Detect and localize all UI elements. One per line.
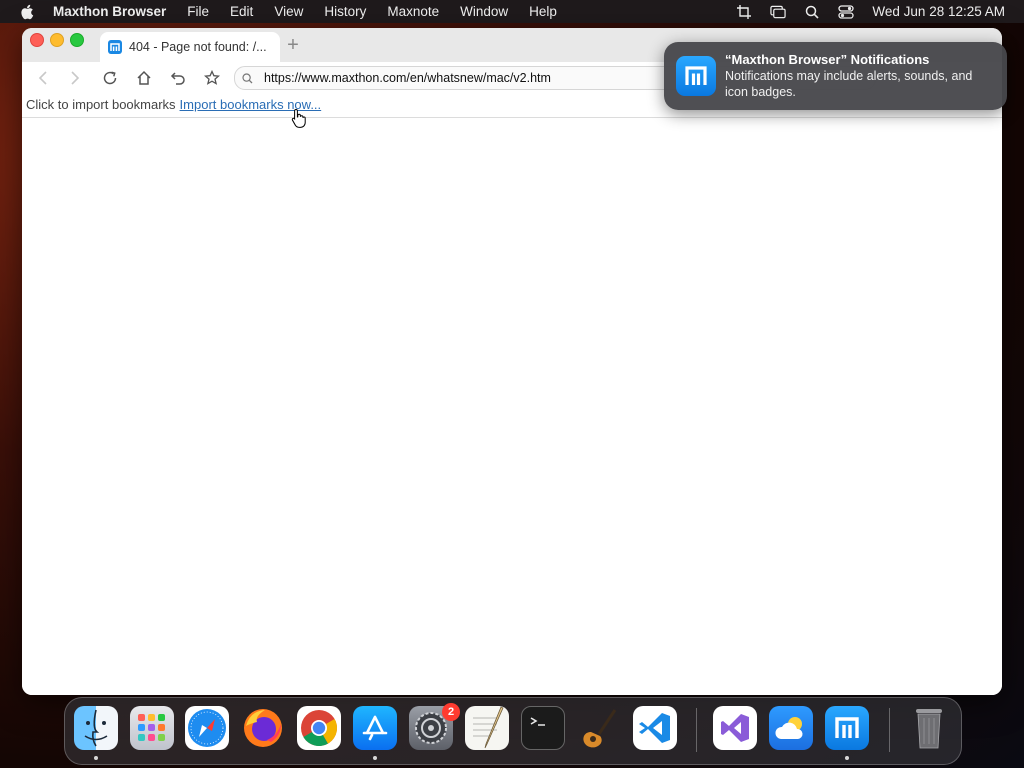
new-tab-button[interactable]: + [284, 35, 302, 55]
app-store-running-dot [373, 756, 377, 760]
forward-icon[interactable] [66, 69, 84, 87]
close-window-button[interactable] [30, 33, 44, 47]
fullscreen-window-button[interactable] [70, 33, 84, 47]
import-bookmarks-prompt: Click to import bookmarks [26, 97, 176, 112]
dock-separator [696, 708, 697, 752]
spotlight-search-icon[interactable] [804, 4, 820, 20]
back-icon[interactable] [34, 69, 52, 87]
trash-icon[interactable] [907, 706, 951, 750]
home-icon[interactable] [135, 69, 153, 87]
menu-bar: Maxthon Browser File Edit View History M… [0, 0, 1024, 23]
notification-title: “Maxthon Browser” Notifications [725, 52, 930, 67]
address-url: https://www.maxthon.com/en/whatsnew/mac/… [264, 71, 551, 85]
vscode-icon[interactable] [633, 706, 677, 750]
page-content [22, 118, 1002, 695]
search-icon [242, 72, 254, 84]
menu-history[interactable]: History [324, 4, 366, 19]
visual-studio-icon[interactable] [713, 706, 757, 750]
dock-separator-trash [889, 708, 890, 752]
menu-edit[interactable]: Edit [230, 4, 253, 19]
maxthon-favicon-icon [108, 40, 122, 54]
launchpad-icon[interactable] [130, 706, 174, 750]
menu-maxnote[interactable]: Maxnote [387, 4, 439, 19]
menu-clock[interactable]: Wed Jun 28 12:25 AM [872, 4, 1005, 19]
garageband-icon[interactable] [577, 706, 621, 750]
maxthon-running-dot [845, 756, 849, 760]
finder-icon[interactable] [74, 706, 118, 750]
terminal-icon[interactable] [521, 706, 565, 750]
textedit-icon[interactable] [465, 706, 509, 750]
finder-running-dot [94, 756, 98, 760]
tab-active[interactable]: 404 - Page not found: /... [100, 32, 280, 62]
firefox-icon[interactable] [241, 706, 285, 750]
tab-title: 404 - Page not found: /... [129, 40, 267, 54]
undo-close-tab-icon[interactable] [169, 69, 187, 87]
minimize-window-button[interactable] [50, 33, 64, 47]
menu-app-name[interactable]: Maxthon Browser [53, 4, 166, 19]
screen-mirroring-icon[interactable] [770, 4, 787, 20]
menu-file[interactable]: File [187, 4, 209, 19]
control-center-icon[interactable] [838, 4, 855, 20]
browser-window: 404 - Page not found: /... + https://www… [22, 28, 1002, 695]
dock: 2 [64, 697, 962, 765]
hand-cursor-icon [291, 108, 307, 128]
menu-window[interactable]: Window [460, 4, 508, 19]
maxthon-icon[interactable] [825, 706, 869, 750]
menu-help[interactable]: Help [529, 4, 557, 19]
settings-notification-badge: 2 [442, 703, 460, 721]
chrome-icon[interactable] [297, 706, 341, 750]
app-store-icon[interactable] [353, 706, 397, 750]
favorite-star-icon[interactable] [203, 69, 221, 87]
maxthon-app-icon [676, 56, 716, 96]
menu-view[interactable]: View [274, 4, 303, 19]
notification-body: Notifications may include alerts, sounds… [725, 69, 973, 99]
reload-icon[interactable] [101, 69, 119, 87]
safari-icon[interactable] [185, 706, 229, 750]
apple-icon[interactable] [20, 4, 34, 20]
notification-banner[interactable]: “Maxthon Browser” Notifications Notifica… [664, 42, 1007, 110]
weather-icon[interactable] [769, 706, 813, 750]
crop-icon[interactable] [736, 4, 752, 20]
